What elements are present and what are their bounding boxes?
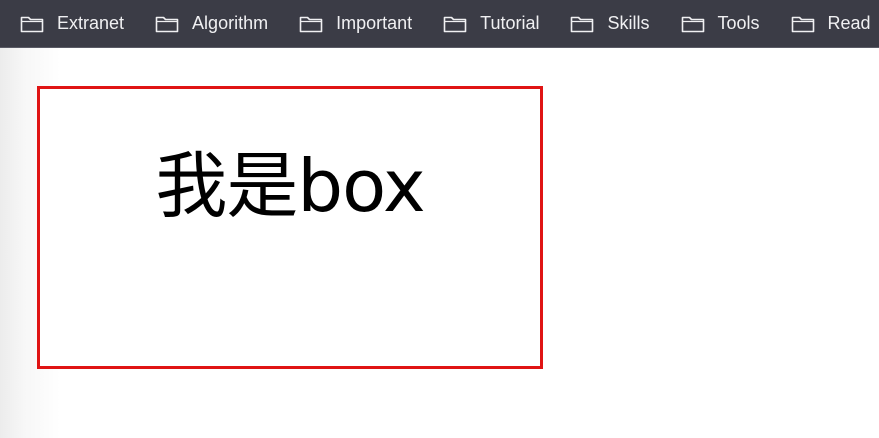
bookmark-label: Skills [607, 13, 650, 33]
bookmark-label: Extranet [57, 13, 125, 33]
bookmark-label: Read [827, 13, 871, 33]
folder-icon [154, 14, 180, 34]
bookmark-label: Tools [717, 13, 760, 33]
bookmark-folder-tutorial[interactable]: Tutorial [423, 6, 547, 42]
bookmark-folder-tools[interactable]: Tools [661, 6, 768, 42]
folder-icon [442, 14, 468, 34]
bookmark-folder-algorithm[interactable]: Algorithm [135, 6, 276, 42]
bookmark-folder-extranet[interactable]: Extranet [0, 6, 132, 42]
bookmark-label: Tutorial [480, 13, 540, 33]
bookmark-label: Important [336, 13, 413, 33]
folder-icon [569, 14, 595, 34]
folder-icon [790, 14, 816, 34]
box-text: 我是box [155, 144, 425, 228]
folder-icon [680, 14, 706, 34]
bookmark-folder-read[interactable]: Read [771, 6, 879, 42]
page-content: 我是box [0, 48, 879, 438]
bookmarks-bar: Extranet Algorithm Important Tutorial Sk… [0, 0, 879, 48]
bookmark-label: Algorithm [192, 13, 269, 33]
bookmark-folder-important[interactable]: Important [279, 6, 420, 42]
folder-icon [298, 14, 324, 34]
bookmark-folder-skills[interactable]: Skills [550, 6, 657, 42]
red-bordered-box: 我是box [37, 86, 543, 369]
folder-icon [19, 14, 45, 34]
